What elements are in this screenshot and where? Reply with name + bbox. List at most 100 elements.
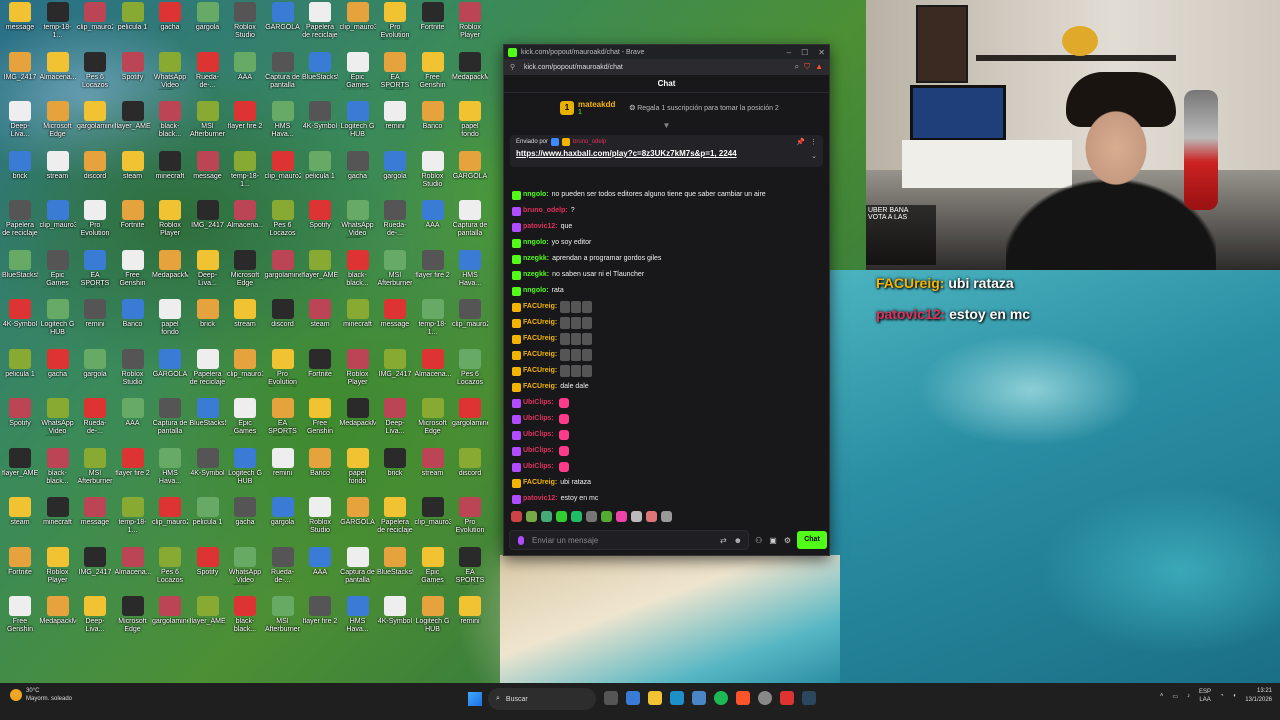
obs-icon[interactable] <box>758 691 772 705</box>
chevron-down-icon[interactable]: ⌄ <box>811 152 817 160</box>
desktop-icon[interactable]: MedapackM... <box>340 398 376 446</box>
desktop-icon[interactable]: minecraft <box>152 150 188 199</box>
desktop-icon[interactable]: gargolaminer <box>452 398 488 446</box>
chat-username[interactable]: FACUreig: <box>523 331 557 347</box>
desktop-icon[interactable]: WhatsApp Video 2025-... <box>152 51 188 100</box>
emote-icon[interactable] <box>511 511 522 522</box>
minimize-icon[interactable]: – <box>787 48 791 57</box>
desktop-icon[interactable]: flayer_AME <box>2 447 38 496</box>
more-options-icon[interactable]: ⋮ <box>810 138 817 146</box>
desktop-icon[interactable]: stream <box>40 150 76 199</box>
desktop-icon[interactable]: black-black... <box>40 447 76 496</box>
brave-rewards-icon[interactable]: ▲ <box>815 62 823 72</box>
desktop-icon[interactable]: GARGOLA <box>452 150 488 199</box>
desktop-icon[interactable]: remini <box>77 299 113 347</box>
desktop-icon[interactable]: remini <box>452 596 488 644</box>
chat-username[interactable]: UbiClips: <box>523 411 554 427</box>
desktop-icon[interactable]: Pes 6 Locazos <box>265 200 301 248</box>
emoji-icon[interactable]: ☻ <box>734 536 742 545</box>
windows-start-icon[interactable] <box>468 692 482 706</box>
desktop-icon[interactable]: Banco <box>115 299 151 347</box>
pin-sender-name[interactable]: bruno_odelp <box>573 139 606 145</box>
chat-username[interactable]: UbiClips: <box>523 427 554 443</box>
desktop-icon[interactable]: Spotify <box>2 398 38 446</box>
desktop-icon[interactable]: Free Genshin <box>115 249 151 298</box>
emote-icon[interactable] <box>646 511 657 522</box>
desktop-icon[interactable]: WhatsApp Video 2025-... <box>227 546 263 595</box>
steam-icon[interactable] <box>802 691 816 705</box>
desktop-icon[interactable]: Pes 6 Locazos <box>452 348 488 397</box>
chat-username[interactable]: UbiClips: <box>523 443 554 459</box>
close-icon[interactable]: ✕ <box>818 48 825 57</box>
chat-username[interactable]: nngolo: <box>523 235 549 251</box>
desktop-icon[interactable]: Almacena... <box>115 546 151 595</box>
desktop-icon[interactable]: HMS Hava... <box>452 249 488 298</box>
emote-icon[interactable] <box>631 511 642 522</box>
desktop-icon[interactable]: Roblox Studio <box>415 150 451 199</box>
desktop-icon[interactable]: pelicula 1 <box>115 2 151 50</box>
gift-sub-prompt[interactable]: ❂ Regala 1 suscripción para tomar la pos… <box>629 104 778 112</box>
task-view-icon[interactable] <box>604 691 618 705</box>
desktop-icon[interactable]: gargolaminer <box>265 249 301 298</box>
desktop-icon[interactable]: clip_mauro2 <box>452 299 488 347</box>
desktop-icon[interactable]: gacha <box>40 348 76 397</box>
emote-icon[interactable] <box>541 511 552 522</box>
desktop-icon[interactable]: brick <box>377 447 413 496</box>
language-indicator[interactable]: ESP LAA <box>1199 688 1211 704</box>
desktop-icon[interactable]: gargola <box>265 497 301 545</box>
desktop-icon[interactable]: Epic Games Launcher <box>40 249 76 298</box>
desktop-icon[interactable]: Banco <box>302 447 338 496</box>
desktop-icon[interactable]: brick <box>2 150 38 199</box>
edge-icon[interactable] <box>670 691 684 705</box>
desktop-icon[interactable]: HMS Hava... <box>340 596 376 644</box>
desktop-icon[interactable]: Deep-Liva... <box>190 249 226 298</box>
desktop-icon[interactable]: Papelera de reciclaje <box>377 497 413 545</box>
desktop-icon[interactable]: Free Genshin <box>415 51 451 100</box>
desktop-icon[interactable]: Pro Evolution Soccer 6 <box>452 497 488 545</box>
desktop-icon[interactable]: gacha <box>152 2 188 50</box>
desktop-icon[interactable]: BlueStacks5... <box>2 249 38 298</box>
desktop-icon[interactable]: Roblox Player <box>40 546 76 595</box>
emote-icon[interactable] <box>586 511 597 522</box>
chat-username[interactable]: patovic12: <box>523 219 558 235</box>
desktop-icon[interactable]: IMG_2417 <box>77 546 113 595</box>
emote-icon[interactable] <box>526 511 537 522</box>
desktop-icon[interactable]: Roblox Studio <box>302 497 338 545</box>
taskbar-search[interactable]: ⌕ Buscar <box>488 688 596 710</box>
desktop-icon[interactable]: Pro Evolution Soccer 6 <box>77 200 113 248</box>
desktop-icon[interactable]: Captura de pantalla <box>340 546 376 595</box>
volume-icon[interactable]: ♪ <box>1187 693 1190 699</box>
desktop-icon[interactable]: GARGOLA <box>265 2 301 50</box>
desktop-icon[interactable]: clip_mauro2 <box>77 2 113 50</box>
desktop-icon[interactable]: 4K-Symbol <box>302 101 338 149</box>
desktop-icon[interactable]: discord <box>452 447 488 496</box>
desktop-icon[interactable]: Roblox Player <box>340 348 376 397</box>
desktop-icon[interactable]: temp-18-1... <box>415 299 451 347</box>
desktop-icon[interactable]: AAA <box>302 546 338 595</box>
chat-username[interactable]: FACUreig: <box>523 299 557 315</box>
desktop-icon[interactable]: Rueda-de-... <box>377 200 413 248</box>
desktop-icon[interactable]: EA SPORTS FC 26 <box>377 51 413 100</box>
desktop-icon[interactable]: clip_mauro3 <box>415 497 451 545</box>
desktop-icon[interactable]: MSI Afterburner <box>265 596 301 644</box>
desktop-icon[interactable]: Pro Evolution Soccer 6 <box>377 2 413 50</box>
desktop-icon[interactable]: minecraft <box>340 299 376 347</box>
desktop-icon[interactable]: clip_mauro3 <box>340 2 376 50</box>
chat-username[interactable]: FACUreig: <box>523 379 557 395</box>
desktop-icon[interactable]: HMS Hava... <box>152 447 188 496</box>
desktop-icon[interactable]: gargola <box>377 150 413 199</box>
maximize-icon[interactable]: ☐ <box>801 48 808 57</box>
desktop-icon[interactable]: Fortnite <box>415 2 451 50</box>
desktop-icon[interactable]: papel fondo <box>452 101 488 149</box>
desktop-icon[interactable]: temp-18-1... <box>227 150 263 199</box>
desktop-icon[interactable]: Roblox Player <box>452 2 488 50</box>
desktop-icon[interactable]: Pro Evolution Soccer 6 <box>265 348 301 397</box>
desktop-icon[interactable]: flayer fire 2 <box>115 447 151 496</box>
desktop-icon[interactable]: temp-18-1... <box>115 497 151 545</box>
desktop-icon[interactable]: BlueStacks5... <box>377 546 413 595</box>
desktop-icon[interactable]: black-black... <box>152 101 188 149</box>
clock[interactable]: 13:21 13/1/2026 <box>1245 687 1272 705</box>
desktop-icon[interactable]: 4K-Symbol <box>2 299 38 347</box>
desktop-icon[interactable]: Spotify <box>190 546 226 595</box>
desktop-icon[interactable]: 4K-Symbol <box>377 596 413 644</box>
